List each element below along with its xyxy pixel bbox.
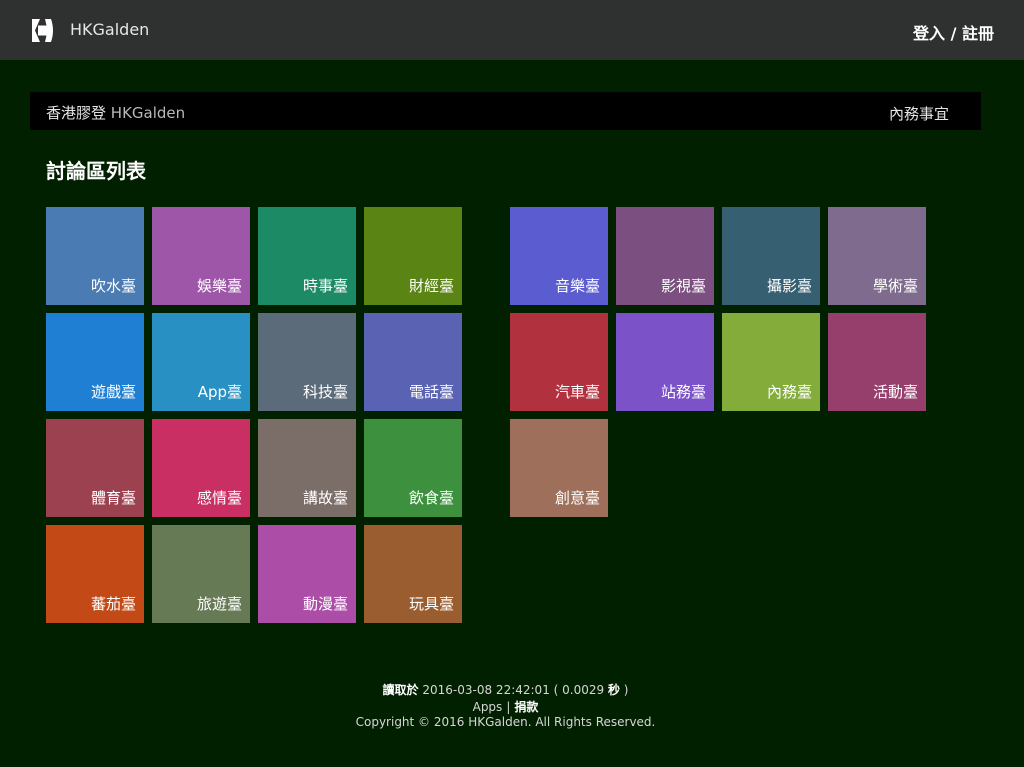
footer-read-label: 讀取於 — [382, 683, 419, 697]
footer-timestamp: 2016-03-08 22:42:01 ( 0.0029 — [422, 683, 605, 697]
board-tile-label: 講故臺 — [302, 489, 348, 507]
footer-copyright: Copyright © 2016 HKGalden. All Rights Re… — [355, 715, 656, 729]
board-tile-label: 創意臺 — [554, 489, 600, 507]
board-tile-label: 汽車臺 — [554, 383, 600, 401]
board-tile-label: 動漫臺 — [302, 595, 348, 613]
board-tile-label: 娛樂臺 — [196, 277, 242, 295]
board-tile[interactable]: 飲食臺 — [364, 419, 462, 517]
board-tile[interactable]: 站務臺 — [616, 313, 714, 411]
board-tile-label: 飲食臺 — [408, 489, 454, 507]
board-tile[interactable]: 內務臺 — [722, 313, 820, 411]
board-tile[interactable]: 時事臺 — [258, 207, 356, 305]
board-tile[interactable]: 活動臺 — [828, 313, 926, 411]
footer-donate-link[interactable]: 捐款 — [514, 700, 538, 714]
board-tile[interactable]: 汽車臺 — [510, 313, 608, 411]
top-navbar: HKGalden 登入 / 註冊 — [0, 0, 1024, 60]
board-tile-label: 時事臺 — [302, 277, 348, 295]
site-name[interactable]: 香港膠登 HKGalden — [46, 102, 185, 123]
board-tile[interactable]: 科技臺 — [258, 313, 356, 411]
internal-affairs-link[interactable]: 內務事宜 — [889, 103, 949, 124]
footer-divider: | — [506, 700, 511, 714]
board-tile[interactable]: 影視臺 — [616, 207, 714, 305]
login-register-link[interactable]: 登入 / 註冊 — [913, 20, 994, 44]
board-tile-label: 蕃茄臺 — [90, 595, 136, 613]
board-tile[interactable]: 娛樂臺 — [152, 207, 250, 305]
board-tile-label: 體育臺 — [90, 489, 136, 507]
board-tile-label: 科技臺 — [302, 383, 348, 401]
board-tile[interactable]: 創意臺 — [510, 419, 608, 517]
board-tile-label: 活動臺 — [872, 383, 918, 401]
board-tile[interactable]: 旅遊臺 — [152, 525, 250, 623]
board-tile[interactable]: 攝影臺 — [722, 207, 820, 305]
board-tile-label: 玩具臺 — [408, 595, 454, 613]
board-tile-label: 遊戲臺 — [90, 383, 136, 401]
page-title: 討論區列表 — [46, 159, 146, 183]
board-tile-label: 電話臺 — [408, 383, 454, 401]
site-name-zh: 香港膠登 — [46, 104, 107, 122]
board-tile[interactable]: App臺 — [152, 313, 250, 411]
board-tile-label: 財經臺 — [408, 277, 454, 295]
board-tile-label: 學術臺 — [872, 277, 918, 295]
footer-read-time: 讀取於 2016-03-08 22:42:01 ( 0.0029 秒 ) — [0, 681, 1011, 698]
board-tile[interactable]: 遊戲臺 — [46, 313, 144, 411]
board-tile-label: 內務臺 — [766, 383, 812, 401]
footer-apps-link[interactable]: Apps — [473, 700, 503, 714]
board-tile-label: 影視臺 — [660, 277, 706, 295]
board-tile-label: App臺 — [197, 383, 242, 401]
board-tile[interactable]: 講故臺 — [258, 419, 356, 517]
board-tile[interactable]: 吹水臺 — [46, 207, 144, 305]
footer-seconds-label: 秒 — [607, 683, 620, 697]
board-tile-label: 吹水臺 — [90, 277, 136, 295]
brand-name[interactable]: HKGalden — [70, 20, 149, 39]
board-tile[interactable]: 學術臺 — [828, 207, 926, 305]
board-tile[interactable]: 財經臺 — [364, 207, 462, 305]
footer-close-paren: ) — [619, 683, 629, 697]
board-tile[interactable]: 動漫臺 — [258, 525, 356, 623]
board-tile-label: 旅遊臺 — [196, 595, 242, 613]
board-tile[interactable]: 感情臺 — [152, 419, 250, 517]
board-tile[interactable]: 體育臺 — [46, 419, 144, 517]
board-tile[interactable]: 電話臺 — [364, 313, 462, 411]
site-name-en: HKGalden — [110, 104, 186, 122]
board-tile[interactable]: 蕃茄臺 — [46, 525, 144, 623]
board-tile-label: 站務臺 — [660, 383, 706, 401]
board-tile[interactable]: 音樂臺 — [510, 207, 608, 305]
site-subbar: 香港膠登 HKGalden 內務事宜 — [30, 92, 981, 130]
board-tile[interactable]: 玩具臺 — [364, 525, 462, 623]
footer-links: Apps | 捐款 — [0, 698, 1011, 715]
board-tile-label: 攝影臺 — [766, 277, 812, 295]
board-tile-label: 音樂臺 — [554, 277, 600, 295]
hkgalden-logo-icon[interactable] — [29, 17, 56, 44]
board-tile-label: 感情臺 — [196, 489, 242, 507]
